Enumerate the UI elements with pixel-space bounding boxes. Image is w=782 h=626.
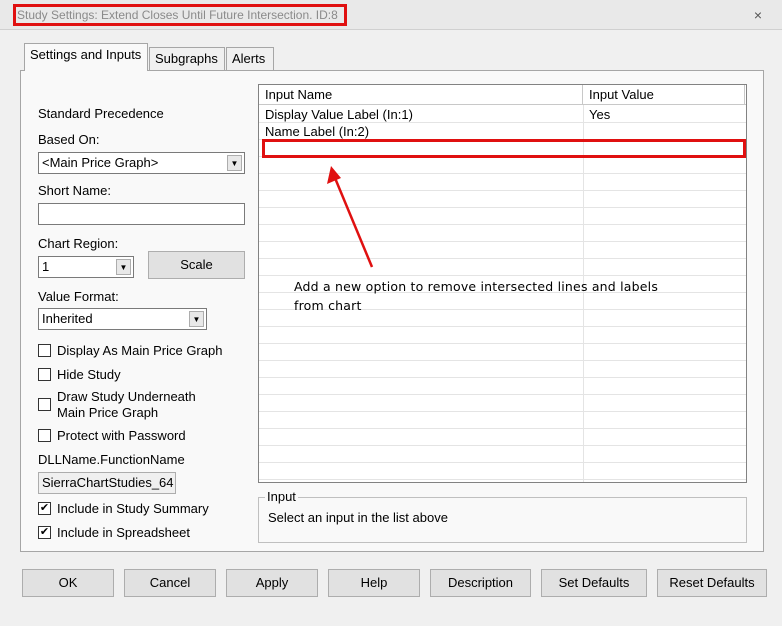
empty-row (259, 446, 746, 463)
annotation-text: Add a new option to remove intersected l… (294, 277, 684, 315)
checkbox-label: Include in Study Summary (57, 501, 209, 516)
ok-button[interactable]: OK (22, 569, 114, 597)
dll-name-field[interactable]: SierraChartStudies_64 (38, 472, 176, 494)
include-in-study-summary-checkbox[interactable]: ✔ Include in Study Summary (38, 501, 209, 516)
empty-row (259, 259, 746, 276)
empty-row (259, 242, 746, 259)
display-as-main-price-graph-checkbox[interactable]: Display As Main Price Graph (38, 343, 222, 358)
chart-region-value: 1 (42, 259, 50, 274)
set-defaults-button[interactable]: Set Defaults (541, 569, 647, 597)
tab-settings-and-inputs[interactable]: Settings and Inputs (24, 43, 148, 71)
checkbox-box[interactable] (38, 344, 51, 357)
empty-row (259, 344, 746, 361)
tab-alerts[interactable]: Alerts (226, 47, 274, 71)
checkbox-label: Draw Study Underneath Main Price Graph (57, 389, 196, 420)
standard-precedence-label: Standard Precedence (38, 106, 164, 121)
empty-row (259, 412, 746, 429)
description-button[interactable]: Description (430, 569, 531, 597)
table-row[interactable]: Display Value Label (In:1) Yes (259, 106, 746, 123)
checkbox-label: Include in Spreadsheet (57, 525, 190, 540)
cancel-button[interactable]: Cancel (124, 569, 216, 597)
list-header: Input Name Input Value (259, 85, 746, 105)
short-name-input[interactable] (38, 203, 245, 225)
new-option-highlight-box (262, 139, 746, 158)
input-value-cell: Yes (589, 107, 611, 122)
checkbox-label: Hide Study (57, 367, 121, 382)
column-header-input-value[interactable]: Input Value (583, 85, 745, 105)
empty-row (259, 191, 746, 208)
checkbox-label: Protect with Password (57, 428, 186, 443)
empty-row (259, 361, 746, 378)
chart-region-select[interactable]: 1 ▼ (38, 256, 134, 278)
annotation-line-2: from chart (294, 298, 362, 313)
based-on-label: Based On: (38, 132, 100, 147)
chart-region-label: Chart Region: (38, 236, 119, 251)
chevron-down-icon[interactable]: ▼ (227, 155, 242, 171)
value-format-value: Inherited (42, 311, 93, 326)
value-format-label: Value Format: (38, 289, 119, 304)
help-button[interactable]: Help (328, 569, 420, 597)
empty-row (259, 157, 746, 174)
checkbox-box[interactable] (38, 368, 51, 381)
value-format-select[interactable]: Inherited ▼ (38, 308, 207, 330)
chevron-down-icon[interactable]: ▼ (189, 311, 204, 327)
checkbox-box[interactable]: ✔ (38, 502, 51, 515)
empty-row (259, 463, 746, 480)
chevron-down-icon[interactable]: ▼ (116, 259, 131, 275)
checkbox-label: Display As Main Price Graph (57, 343, 223, 358)
protect-with-password-checkbox[interactable]: Protect with Password (38, 428, 186, 443)
input-groupbox: Input Select an input in the list above (258, 489, 747, 543)
column-header-input-name[interactable]: Input Name (259, 85, 583, 105)
input-name-cell: Name Label (In:2) (265, 124, 370, 139)
annotation-line-1: Add a new option to remove intersected l… (294, 279, 659, 294)
based-on-value: <Main Price Graph> (42, 155, 159, 170)
empty-row (259, 429, 746, 446)
empty-row (259, 208, 746, 225)
empty-row (259, 395, 746, 412)
input-name-cell: Display Value Label (In:1) (265, 107, 413, 122)
tab-subgraphs[interactable]: Subgraphs (149, 47, 225, 71)
checkbox-box[interactable]: ✔ (38, 526, 51, 539)
checkbox-box[interactable] (38, 398, 51, 411)
title-highlight-box (13, 4, 347, 26)
apply-button[interactable]: Apply (226, 569, 318, 597)
hide-study-checkbox[interactable]: Hide Study (38, 367, 121, 382)
table-row[interactable]: Name Label (In:2) (259, 123, 746, 140)
checkbox-box[interactable] (38, 429, 51, 442)
based-on-select[interactable]: <Main Price Graph> ▼ (38, 152, 245, 174)
draw-study-underneath-checkbox[interactable]: Draw Study Underneath Main Price Graph (38, 389, 196, 421)
empty-row (259, 174, 746, 191)
input-group-title: Input (265, 489, 298, 504)
input-description: Select an input in the list above (268, 510, 448, 525)
empty-row (259, 327, 746, 344)
empty-row (259, 225, 746, 242)
close-icon[interactable]: × (748, 5, 768, 25)
reset-defaults-button[interactable]: Reset Defaults (657, 569, 767, 597)
dll-name-label: DLLName.FunctionName (38, 452, 185, 467)
scale-button[interactable]: Scale (148, 251, 245, 279)
empty-row (259, 378, 746, 395)
include-in-spreadsheet-checkbox[interactable]: ✔ Include in Spreadsheet (38, 525, 190, 540)
title-bar: Study Settings: Extend Closes Until Futu… (0, 0, 782, 30)
short-name-label: Short Name: (38, 183, 111, 198)
